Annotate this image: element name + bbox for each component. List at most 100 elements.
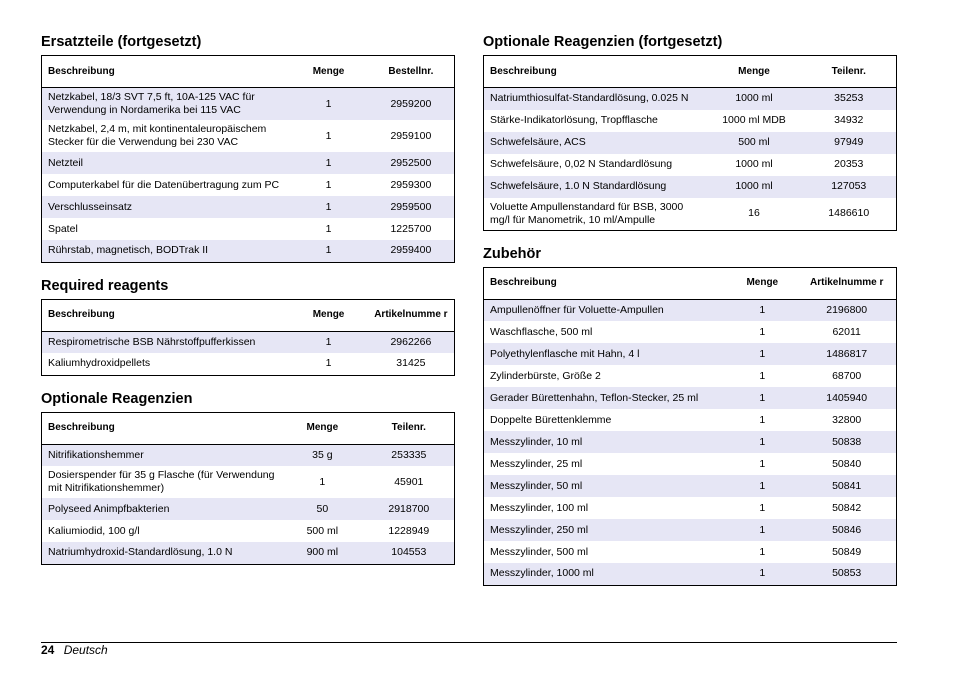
cell-description: Stärke-Indikatorlösung, Tropfflasche [490, 114, 658, 126]
table-row: Polyethylenflasche mit Hahn, 4 l 1 1486817 [483, 343, 897, 365]
footer-language: Deutsch [63, 643, 108, 657]
table-row: Ampullenöffner für Voluette-Ampullen 1 219… [483, 299, 897, 321]
column-header: Menge [281, 412, 364, 445]
cell-part-number: 253335 [363, 444, 455, 466]
cell-description: Waschflasche, 500 ml [490, 325, 593, 338]
column-header: Menge [706, 55, 802, 88]
table-row: Spatel 1 1225700 [42, 218, 455, 240]
section-title: Ersatzteile (fortgesetzt) [41, 34, 202, 50]
cell-quantity: 1 [727, 563, 798, 585]
table-row: Respirometrische BSB Nährstoffpufferkiss… [41, 331, 455, 353]
table-row: Natriumhydroxid-Standardlösung, 1.0 N 900… [41, 542, 455, 564]
table-row: Nitrifikationshemmer 35 g 253335 [41, 444, 455, 466]
cell-quantity: 500 ml [306, 524, 339, 537]
cell-description: Messzylinder, 50 ml [483, 475, 728, 497]
cell-quantity: 1 [759, 545, 766, 558]
cell-description: Nitrifikationshemmer [41, 444, 282, 466]
table-row: Natriumthiosulfat-Standardlösung, 0.025 … [483, 87, 897, 110]
cell-part-number: 2962266 [367, 331, 455, 353]
table-row: Netzkabel, 18/3 SVT 7,5 ft, 10A-125 VAC … [41, 87, 455, 120]
table-row: Netzteil 1 2952500 [41, 152, 455, 174]
table-row: Kaliumiodid, 100 g/l 500 ml 1228949 [42, 520, 455, 542]
cell-description: Voluette Ampullenstandard für BSB, 3000 … [490, 200, 684, 226]
cell-description: Spatel [48, 222, 78, 235]
table-row: Rührstab, magnetisch, BODTrak II 1 2959400 [41, 240, 455, 262]
column-header: Beschreibung [41, 299, 290, 332]
column-header: Teilenr. [363, 412, 455, 445]
cell-quantity: 1 [289, 196, 368, 218]
table-row: Messzylinder, 25 ml 1 50840 [484, 453, 897, 475]
table-row: Verschlusseinsatz 1 2959500 [41, 196, 455, 218]
table-row: Doppelte Bürettenklemme 1 32800 [484, 409, 897, 431]
cell-part-number: 2959400 [367, 240, 455, 262]
cell-part-number: 34932 [834, 114, 864, 126]
cell-part-number: 127053 [801, 175, 897, 198]
footer-divider [41, 642, 897, 643]
cell-part-number: 50840 [832, 457, 862, 470]
cell-description: Schwefelsäure, ACS [483, 131, 707, 154]
table-row: Messzylinder, 500 ml 1 50849 [484, 541, 897, 563]
left-column: Ersatzteile (fortgesetzt) Beschreibung Me… [41, 33, 455, 579]
table-row: Dosierspender für 35 g Flasche (für Verw… [42, 466, 455, 498]
cell-part-number: 104553 [363, 542, 455, 564]
cell-description: Messzylinder, 10 ml [483, 431, 728, 453]
parts-table: Beschreibung Menge Bestellnr. Netzkabel, 18… [41, 55, 455, 263]
cell-part-number: 2959200 [367, 87, 455, 120]
cell-description: Schwefelsäure, 1.0 N Standardlösung [483, 175, 707, 198]
cell-quantity: 1 [289, 152, 368, 174]
column-header: Bestellnr. [367, 55, 455, 88]
column-header: Artikelnumme r [367, 299, 455, 332]
cell-part-number: 2959100 [390, 129, 432, 142]
cell-quantity: 1 [325, 178, 332, 191]
cell-quantity: 1 [289, 87, 368, 120]
cell-part-number: 50841 [797, 475, 897, 497]
cell-part-number: 97949 [801, 131, 897, 154]
cell-description: Natriumhydroxid-Standardlösung, 1.0 N [41, 542, 282, 564]
cell-quantity: 1 [759, 457, 766, 470]
cell-description: Netzkabel, 2,4 m, mit kontinentaleuropäi… [48, 123, 267, 148]
table-row: Netzkabel, 2,4 m, mit kontinentaleuropäi… [42, 120, 455, 152]
cell-part-number: 32800 [832, 413, 862, 426]
cell-quantity: 1 [325, 357, 332, 370]
accessories-table: Beschreibung Menge Artikelnumme r Ampullenö… [483, 266, 897, 586]
table-row: Messzylinder, 250 ml 1 50846 [483, 519, 897, 541]
cell-description: Dosierspender für 35 g Flasche (für Verw… [48, 469, 275, 494]
cell-description: Schwefelsäure, 0,02 N Standardlösung [490, 158, 673, 170]
section-required-reagents: Required reagents Beschreibung Menge Artik… [41, 277, 455, 376]
table-row: Computerkabel für die Datenübertragung z… [42, 174, 455, 196]
cell-description: Ampullenöffner für Voluette-Ampullen [483, 299, 728, 321]
cell-quantity: 1 [759, 369, 766, 382]
table-header-row: Beschreibung Menge Artikelnumme r [483, 267, 897, 300]
cell-description: Messzylinder, 25 ml [490, 457, 583, 470]
cell-part-number: 1228949 [388, 524, 430, 537]
column-header: Beschreibung [41, 55, 290, 88]
cell-part-number: 2952500 [367, 152, 455, 174]
table-row: Kaliumhydroxidpellets 1 31425 [42, 353, 455, 375]
cell-part-number: 1486817 [797, 343, 897, 365]
cell-quantity: 1 [759, 413, 766, 426]
table-row: Waschflasche, 500 ml 1 62011 [484, 321, 897, 343]
cell-quantity: 1 [727, 387, 798, 409]
cell-part-number: 50853 [797, 563, 897, 585]
cell-part-number: 68700 [832, 369, 862, 382]
cell-part-number: 50846 [797, 519, 897, 541]
cell-quantity: 1 [759, 325, 766, 338]
section-title: Zubehör [483, 245, 541, 262]
column-header: Teilenr. [801, 55, 897, 88]
section-title: Required reagents [41, 277, 169, 294]
column-header: Artikelnumme r [797, 267, 897, 300]
cell-description: Zylinderbürste, Größe 2 [490, 369, 601, 382]
cell-part-number: 1405940 [797, 387, 897, 409]
cell-quantity: 1 [325, 129, 332, 142]
cell-quantity: 900 ml [281, 542, 364, 564]
cell-part-number: 50838 [797, 431, 897, 453]
cell-quantity: 1000 ml [706, 87, 802, 110]
table-row: Polyseed Animpfbakterien 50 2918700 [41, 498, 455, 520]
cell-quantity: 35 g [281, 444, 364, 466]
table-header-row: Beschreibung Menge Teilenr. [41, 412, 455, 445]
table-row: Voluette Ampullenstandard für BSB, 3000 … [484, 198, 897, 231]
column-header: Beschreibung [483, 55, 707, 88]
cell-part-number: 1486610 [828, 207, 870, 219]
table-row: Messzylinder, 1000 ml 1 50853 [483, 563, 897, 585]
cell-part-number: 31425 [396, 357, 426, 370]
